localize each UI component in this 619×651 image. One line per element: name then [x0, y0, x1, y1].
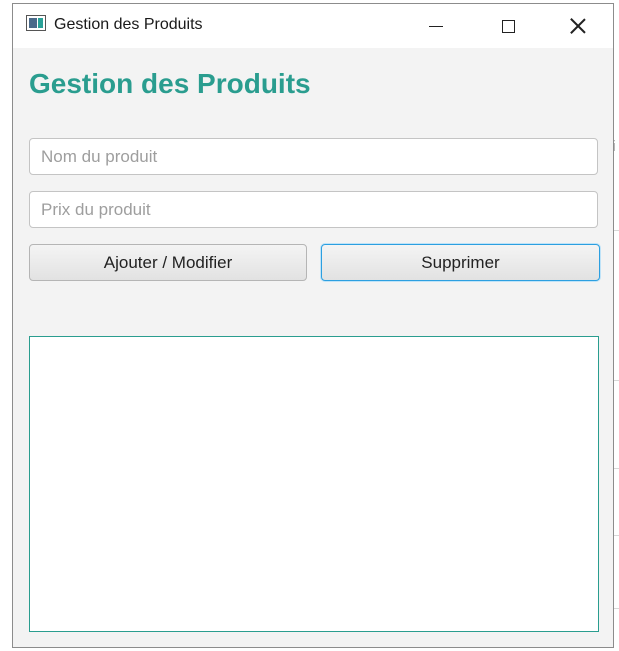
- background-divider: [614, 380, 619, 381]
- background-divider: [614, 608, 619, 609]
- page-title: Gestion des Produits: [29, 68, 311, 99]
- minimize-icon: [429, 25, 443, 27]
- maximize-button[interactable]: [485, 4, 531, 48]
- window-title: Gestion des Produits: [54, 16, 203, 33]
- background-divider: [614, 230, 619, 231]
- close-icon: [570, 18, 586, 34]
- app-window: Gestion des Produits Gestion des Produit…: [12, 3, 614, 648]
- product-name-input[interactable]: [29, 138, 598, 175]
- product-list[interactable]: [29, 336, 599, 632]
- add-modify-button[interactable]: Ajouter / Modifier: [29, 244, 307, 281]
- maximize-icon: [501, 19, 515, 33]
- app-icon: [26, 15, 46, 31]
- close-button[interactable]: [555, 4, 601, 48]
- background-divider: [614, 535, 619, 536]
- delete-button[interactable]: Supprimer: [321, 244, 600, 281]
- background-window: [614, 0, 619, 651]
- product-price-input[interactable]: [29, 191, 598, 228]
- title-bar[interactable]: Gestion des Produits: [13, 4, 613, 48]
- background-divider: [614, 468, 619, 469]
- minimize-button[interactable]: [413, 4, 459, 48]
